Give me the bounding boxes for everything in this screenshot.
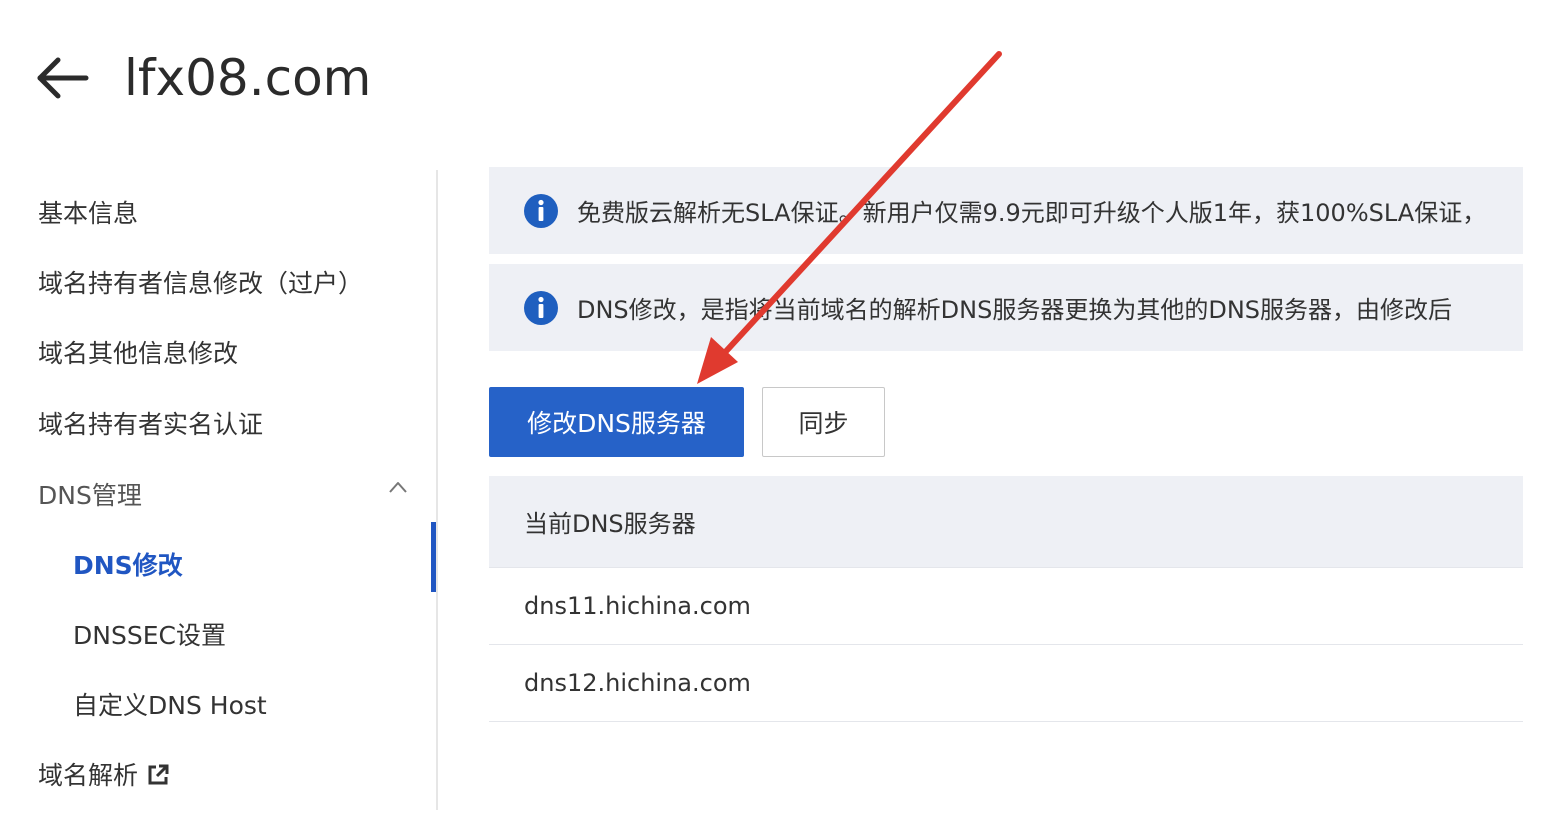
notice-text: 免费版云解析无SLA保证。新用户仅需9.9元即可升级个人版1年，获100%SLA… [577, 199, 1487, 227]
sidebar-item-dns-modify[interactable]: DNS修改 [73, 546, 183, 582]
active-indicator [431, 522, 436, 592]
sidebar-group-dns-management[interactable]: DNS管理 [38, 476, 142, 512]
main-content: 免费版云解析无SLA保证。新用户仅需9.9元即可升级个人版1年，获100%SLA… [489, 167, 1523, 767]
modify-dns-server-button[interactable]: 修改DNS服务器 [489, 387, 744, 457]
external-link-icon [148, 764, 169, 785]
chevron-up-icon[interactable] [388, 480, 408, 494]
sidebar-item-real-name[interactable]: 域名持有者实名认证 [38, 405, 263, 441]
page-header: lfx08.com [34, 38, 371, 118]
notice-sla: 免费版云解析无SLA保证。新用户仅需9.9元即可升级个人版1年，获100%SLA… [489, 167, 1523, 254]
page: lfx08.com 基本信息 域名持有者信息修改（过户） 域名其他信息修改 域名… [0, 0, 1548, 826]
sidebar-item-owner-transfer[interactable]: 域名持有者信息修改（过户） [38, 264, 363, 300]
notice-dns-modify: DNS修改，是指将当前域名的解析DNS服务器更换为其他的DNS服务器，由修改后 [489, 264, 1523, 351]
sidebar-item-dnssec[interactable]: DNSSEC设置 [73, 616, 226, 652]
table-row: dns12.hichina.com [489, 645, 1523, 722]
dns-server-value: dns11.hichina.com [524, 592, 751, 620]
dns-server-table: 当前DNS服务器 dns11.hichina.com dns12.hichina… [489, 476, 1523, 722]
sidebar-item-basic-info[interactable]: 基本信息 [38, 194, 138, 230]
table-header: 当前DNS服务器 [489, 476, 1523, 568]
arrow-left-icon[interactable] [34, 56, 90, 100]
sidebar-item-label: 域名解析 [38, 761, 139, 790]
info-icon [524, 290, 558, 325]
page-title: lfx08.com [124, 49, 372, 107]
sidebar-item-domain-resolution[interactable]: 域名解析 [38, 756, 170, 792]
column-header-current-dns: 当前DNS服务器 [524, 510, 696, 538]
info-icon [524, 193, 558, 228]
dns-server-value: dns12.hichina.com [524, 669, 751, 697]
sidebar-item-custom-dns-host[interactable]: 自定义DNS Host [73, 686, 267, 722]
sidebar-item-other-info[interactable]: 域名其他信息修改 [38, 334, 238, 370]
sidebar: 基本信息 域名持有者信息修改（过户） 域名其他信息修改 域名持有者实名认证 DN… [0, 170, 438, 810]
notice-text: DNS修改，是指将当前域名的解析DNS服务器更换为其他的DNS服务器，由修改后 [577, 296, 1453, 324]
table-row: dns11.hichina.com [489, 568, 1523, 645]
sync-button[interactable]: 同步 [762, 387, 885, 457]
